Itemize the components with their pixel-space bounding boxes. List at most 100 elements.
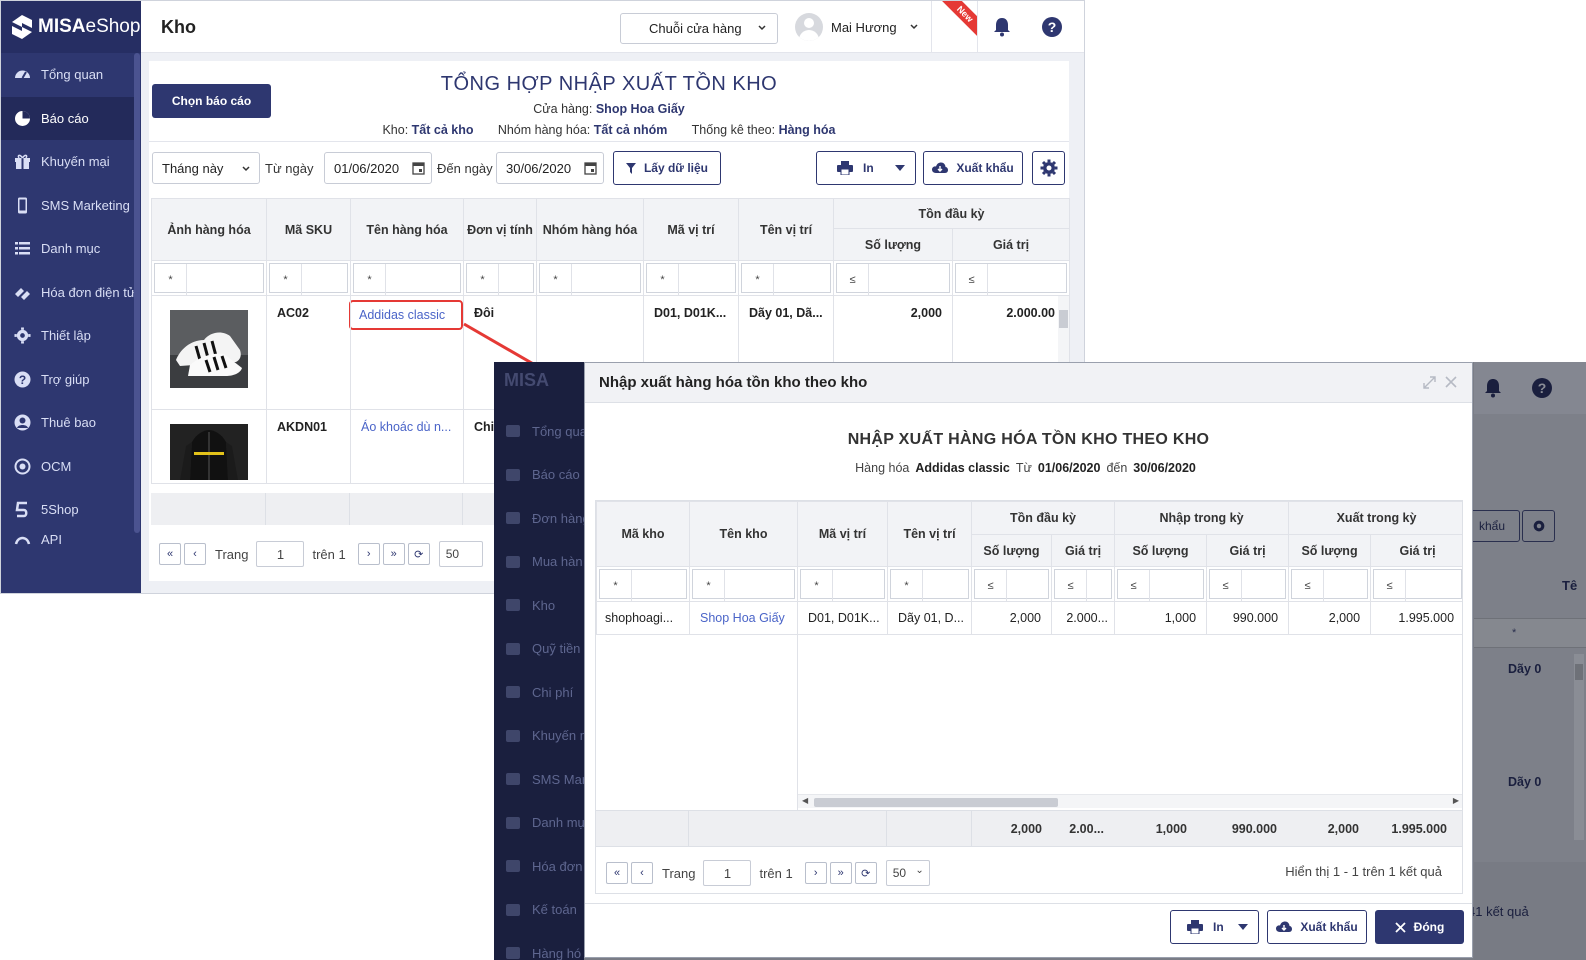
whats-new-button[interactable]: New (931, 1, 978, 53)
user-menu[interactable]: Mai Hương (795, 13, 919, 41)
close-icon[interactable] (1445, 376, 1457, 388)
filter-operator-button[interactable]: ≤ (975, 570, 1007, 602)
refresh-icon[interactable]: ⟳ (854, 862, 877, 884)
next-page-button[interactable]: › (804, 862, 827, 884)
product-link[interactable]: Addidas classic (359, 308, 445, 322)
last-page-button[interactable]: » (382, 543, 405, 565)
filter-operator-button[interactable]: ≤ (1118, 570, 1151, 602)
filter-operator-button[interactable]: * (891, 570, 923, 602)
filter-input[interactable]: * (800, 569, 885, 602)
filter-operator-button[interactable]: * (693, 570, 725, 602)
logo[interactable]: MISA eShop (1, 1, 141, 53)
col-sku[interactable]: Mã SKU (266, 198, 351, 261)
sidebar-item-trợ-giúp[interactable]: ? Trợ giúp (1, 358, 134, 401)
sidebar-item-khuyến-mại[interactable]: Khuyến mại (1, 140, 134, 183)
filter-input[interactable]: * (466, 263, 534, 296)
filter-input[interactable]: ≤ (1209, 569, 1287, 602)
filter-operator-button[interactable]: ≤ (837, 264, 869, 296)
col-opening-value[interactable]: Giá trị (1050, 534, 1116, 567)
col-opening-qty[interactable]: Số lượng (833, 228, 953, 261)
col-location-code[interactable]: Mã vị trí (797, 501, 888, 567)
filter-operator-button[interactable]: ≤ (1210, 570, 1243, 602)
sidebar-item-báo-cáo[interactable]: Báo cáo (1, 96, 134, 140)
export-button[interactable]: Xuất khẩu (923, 151, 1023, 185)
refresh-icon[interactable]: ⟳ (407, 543, 430, 565)
col-import-qty[interactable]: Số lượng (1114, 534, 1208, 567)
sidebar-item-thiết-lập[interactable]: Thiết lập (1, 314, 134, 357)
filter-input[interactable]: * (154, 263, 264, 296)
col-opening-qty[interactable]: Số lượng (971, 534, 1052, 567)
filter-input[interactable]: * (599, 569, 687, 602)
first-page-button[interactable]: « (159, 543, 181, 565)
warehouse-link[interactable]: Shop Hoa Giấy (700, 611, 785, 625)
col-import-value[interactable]: Giá trị (1206, 534, 1290, 567)
col-location-name[interactable]: Tên vị trí (738, 198, 834, 261)
dialog-export-button[interactable]: Xuất khẩu (1267, 910, 1367, 944)
col-location-code[interactable]: Mã vị trí (643, 198, 739, 261)
sidebar-item-thuê-bao[interactable]: Thuê bao (1, 401, 134, 444)
col-opening-value[interactable]: Giá trị (951, 228, 1071, 261)
filter-input[interactable]: * (269, 263, 348, 296)
prev-page-button[interactable]: ‹ (631, 862, 653, 884)
sidebar-item-tổng-quan[interactable]: Tổng quan (1, 53, 134, 96)
filter-operator-button[interactable]: * (742, 264, 774, 296)
col-group[interactable]: Nhóm hàng hóa (536, 198, 644, 261)
sidebar-item-5shop[interactable]: 5Shop (1, 488, 134, 531)
filter-operator-button[interactable]: ≤ (956, 264, 988, 296)
sidebar-scrollbar[interactable] (134, 53, 140, 533)
table-row[interactable]: shophoagi... Shop Hoa Giấy D01, D01K... … (596, 601, 1462, 635)
sidebar-item-ocm[interactable]: OCM (1, 445, 134, 488)
horizontal-scrollbar[interactable]: ◀ ▶ (798, 794, 1462, 808)
filter-operator-button[interactable]: * (801, 570, 833, 602)
get-data-button[interactable]: Lấy dữ liệu (613, 151, 721, 185)
col-name[interactable]: Tên hàng hóa (350, 198, 464, 261)
store-chain-select[interactable]: Chuỗi cửa hàng (620, 13, 778, 44)
dialog-close-button[interactable]: Đóng (1375, 910, 1464, 944)
highlighted-product-link[interactable]: Addidas classic (349, 300, 463, 330)
first-page-button[interactable]: « (606, 862, 628, 884)
col-export-qty[interactable]: Số lượng (1288, 534, 1372, 567)
col-warehouse-name[interactable]: Tên kho (689, 501, 798, 567)
settings-button[interactable] (1032, 151, 1065, 185)
col-export-value[interactable]: Giá trị (1370, 534, 1462, 567)
filter-operator-button[interactable]: * (270, 264, 302, 296)
filter-input[interactable]: * (890, 569, 969, 602)
filter-input[interactable]: * (741, 263, 831, 296)
col-location-name[interactable]: Tên vị trí (887, 501, 972, 567)
scrollbar-thumb[interactable] (814, 798, 1058, 807)
col-unit[interactable]: Đơn vị tính (463, 198, 537, 261)
filter-operator-button[interactable]: ≤ (1292, 570, 1325, 602)
filter-operator-button[interactable]: ≤ (1374, 570, 1407, 602)
filter-operator-button[interactable]: * (540, 264, 572, 296)
filter-operator-button[interactable]: * (467, 264, 499, 296)
sidebar-item-sms-marketing[interactable]: SMS Marketing (1, 184, 134, 227)
filter-input[interactable]: ≤ (836, 263, 950, 296)
caret-down-icon[interactable] (895, 165, 905, 171)
filter-input[interactable]: * (692, 569, 795, 602)
period-select[interactable]: Tháng này (152, 152, 260, 184)
filter-input[interactable]: ≤ (1291, 569, 1369, 602)
page-input[interactable]: 1 (703, 860, 752, 886)
col-image[interactable]: Ảnh hàng hóa (151, 198, 267, 261)
to-date-input[interactable]: 30/06/2020 (496, 152, 604, 184)
filter-operator-button[interactable]: * (647, 264, 679, 296)
print-button[interactable]: In (816, 151, 916, 185)
caret-down-icon[interactable] (1238, 924, 1248, 930)
col-warehouse-code[interactable]: Mã kho (596, 501, 690, 567)
sneaker-image[interactable] (170, 310, 248, 388)
next-page-button[interactable]: › (357, 543, 380, 565)
calendar-icon[interactable] (584, 161, 597, 175)
filter-input[interactable]: ≤ (955, 263, 1068, 296)
jacket-image[interactable] (170, 424, 248, 480)
filter-operator-button[interactable]: * (354, 264, 386, 296)
filter-operator-button[interactable]: * (155, 264, 187, 296)
filter-input[interactable]: * (646, 263, 736, 296)
filter-input[interactable]: ≤ (1117, 569, 1205, 602)
filter-input[interactable]: ≤ (1373, 569, 1462, 602)
product-link[interactable]: Áo khoác dù n... (361, 420, 451, 434)
prev-page-button[interactable]: ‹ (184, 543, 206, 565)
filter-input[interactable]: ≤ (974, 569, 1049, 602)
filter-input[interactable]: * (539, 263, 641, 296)
filter-operator-button[interactable]: ≤ (1055, 570, 1087, 602)
page-size-select[interactable]: 50 ⌄ (885, 860, 930, 886)
